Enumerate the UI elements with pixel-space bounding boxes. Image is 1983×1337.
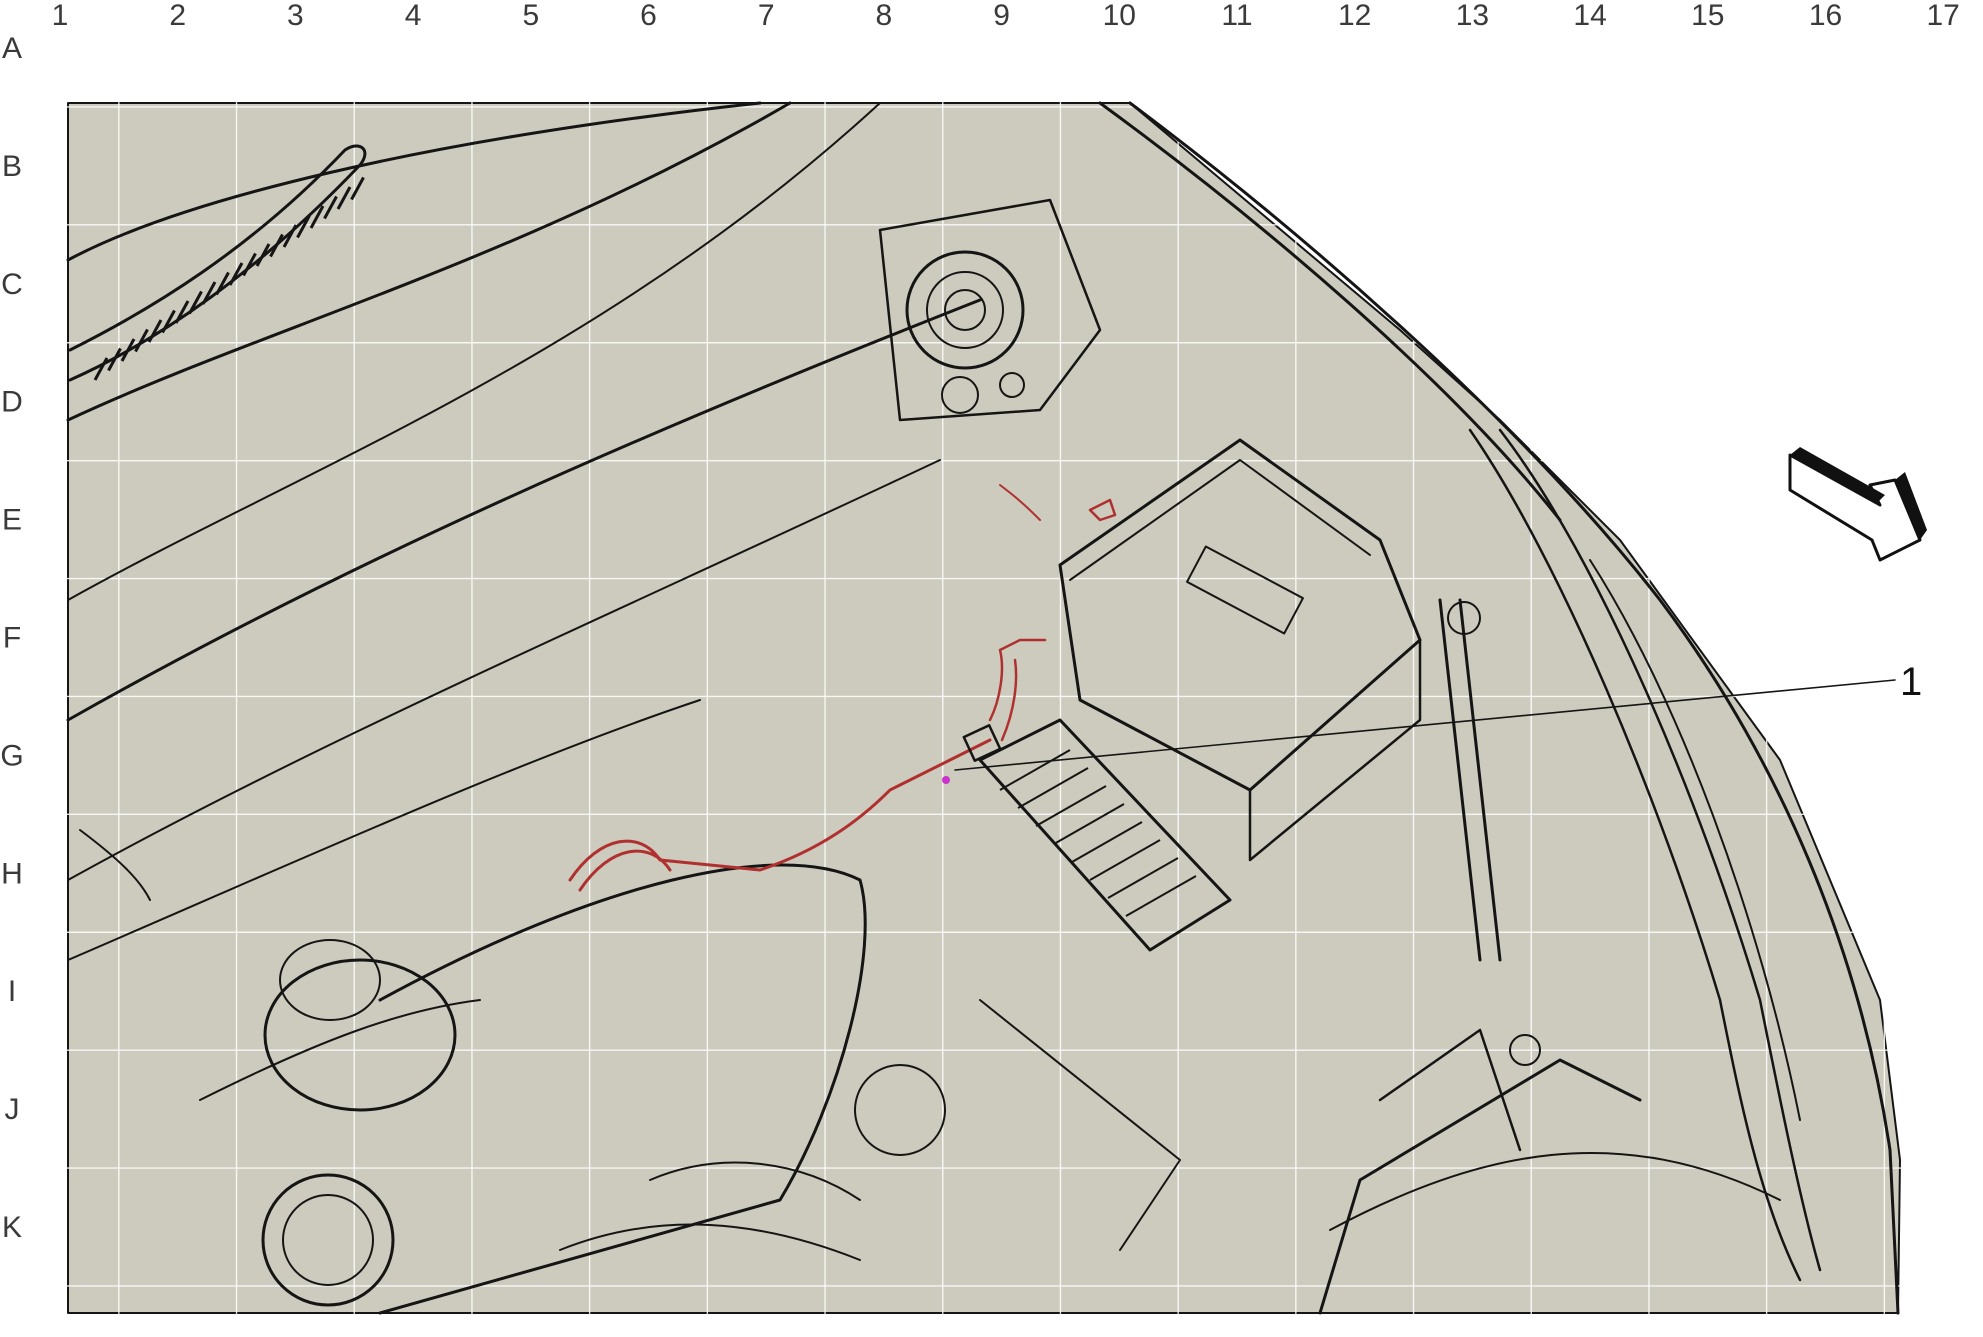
row-label: K bbox=[2, 1211, 22, 1244]
row-label: G bbox=[0, 739, 23, 772]
front-arrow-icon bbox=[1788, 447, 1927, 562]
row-label: F bbox=[3, 622, 21, 655]
column-labels: 1 2 3 4 5 6 7 8 9 10 11 12 13 14 15 16 17 bbox=[52, 0, 1960, 32]
column-label: 12 bbox=[1338, 0, 1371, 32]
column-label: 10 bbox=[1103, 0, 1136, 32]
column-label: 15 bbox=[1691, 0, 1724, 32]
column-label: 16 bbox=[1809, 0, 1842, 32]
row-label: I bbox=[8, 975, 16, 1008]
engine-compartment bbox=[67, 102, 1901, 1314]
row-labels: ABCDEFGHIJKL bbox=[0, 32, 23, 1337]
column-label: 8 bbox=[876, 0, 893, 32]
column-label: 1 bbox=[52, 0, 69, 32]
column-label: 3 bbox=[287, 0, 304, 32]
column-label: 7 bbox=[758, 0, 775, 32]
column-label: 2 bbox=[169, 0, 186, 32]
column-label: 14 bbox=[1573, 0, 1606, 32]
component-locator-diagram: 1 1234567891011121314151617 ABCDEFGHIJKL bbox=[0, 0, 1983, 1337]
row-label: B bbox=[2, 150, 22, 183]
diagram-canvas: 1 1234567891011121314151617 ABCDEFGHIJKL bbox=[0, 0, 1960, 1337]
callout-1-label: 1 bbox=[1900, 660, 1922, 704]
column-label: 4 bbox=[405, 0, 422, 32]
row-label: C bbox=[1, 268, 23, 301]
column-label: 17 bbox=[1927, 0, 1960, 32]
row-label: J bbox=[5, 1093, 20, 1126]
row-label: E bbox=[2, 504, 22, 537]
column-label: 13 bbox=[1456, 0, 1489, 32]
column-label: 5 bbox=[522, 0, 539, 32]
row-label: H bbox=[1, 857, 23, 890]
column-label: 11 bbox=[1221, 0, 1252, 32]
column-label: 6 bbox=[640, 0, 657, 32]
column-label: 9 bbox=[993, 0, 1010, 32]
row-label: D bbox=[1, 386, 23, 419]
row-label: A bbox=[2, 32, 22, 65]
